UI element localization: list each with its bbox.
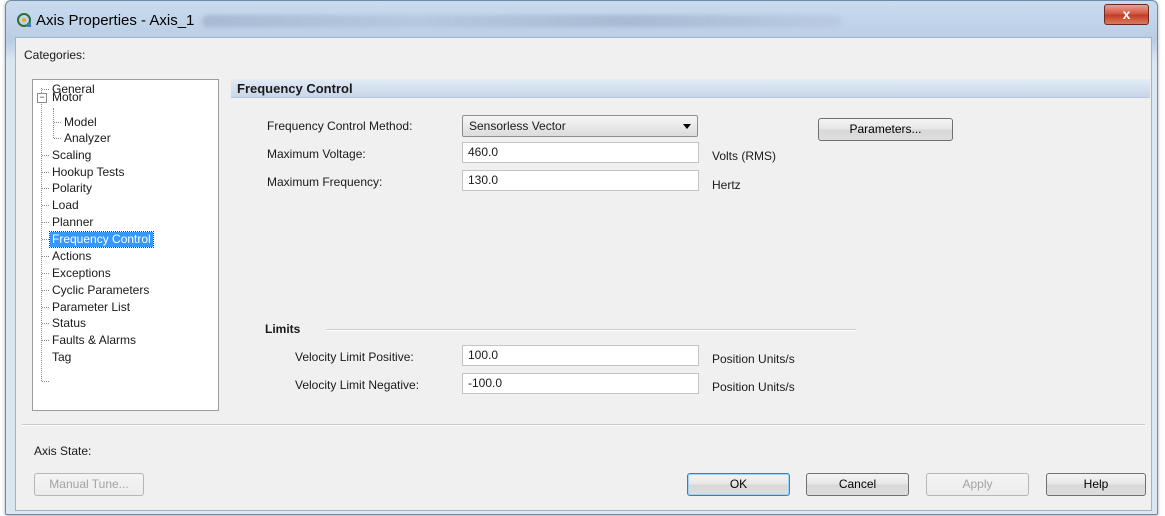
tree-item-faults-alarms[interactable]: Faults & Alarms [50, 333, 138, 348]
blurred-background-tabs [202, 15, 842, 27]
tree-item-hookup-tests[interactable]: Hookup Tests [50, 165, 127, 180]
title-bar[interactable]: Axis Properties - Axis_1 x [6, 1, 1157, 37]
frequency-method-value: Sensorless Vector [469, 119, 566, 133]
tree-item-motor[interactable]: Motor [50, 90, 85, 105]
velocity-limit-positive-unit: Position Units/s [712, 352, 795, 366]
help-button[interactable]: Help [1046, 473, 1146, 496]
tree-item-scaling[interactable]: Scaling [50, 148, 93, 163]
chevron-down-icon [683, 124, 691, 129]
manual-tune-button[interactable]: Manual Tune... [34, 473, 144, 496]
parameters-button[interactable]: Parameters... [818, 118, 953, 141]
maximum-frequency-unit: Hertz [712, 178, 741, 192]
frequency-method-label: Frequency Control Method: [267, 119, 413, 133]
tree-connector [42, 222, 49, 223]
tree-connector [42, 172, 49, 173]
tree-root-line [41, 88, 42, 381]
maximum-frequency-label: Maximum Frequency: [267, 175, 383, 189]
tree-item-model[interactable]: Model [62, 115, 99, 130]
tree-item-planner[interactable]: Planner [50, 215, 95, 230]
maximum-voltage-label: Maximum Voltage: [267, 147, 366, 161]
tree-item-frequency-control[interactable]: Frequency Control [49, 231, 154, 248]
tree-connector [54, 138, 61, 139]
limits-group-divider [326, 329, 856, 331]
motor-collapse-icon[interactable]: − [37, 93, 47, 103]
tree-connector [54, 122, 61, 123]
tree-connector [42, 239, 49, 240]
categories-label: Categories: [24, 48, 86, 62]
limits-group-title: Limits [265, 322, 301, 336]
window-title: Axis Properties - Axis_1 [36, 12, 195, 29]
tree-connector [42, 273, 49, 274]
tree-item-tag[interactable]: Tag [50, 350, 73, 365]
dialog-client-area: Categories: General − Motor Model Analyz… [15, 37, 1152, 511]
tree-item-analyzer[interactable]: Analyzer [62, 131, 113, 146]
close-icon: x [1122, 6, 1131, 22]
tree-item-actions[interactable]: Actions [50, 249, 93, 264]
tree-connector [42, 89, 49, 90]
axis-state-label: Axis State: [34, 444, 92, 458]
tree-connector [42, 340, 49, 341]
apply-button[interactable]: Apply [926, 473, 1029, 496]
tree-connector [42, 307, 49, 308]
close-button[interactable]: x [1104, 4, 1149, 25]
section-title: Frequency Control [237, 81, 353, 96]
velocity-limit-negative-field[interactable]: -100.0 [462, 373, 699, 394]
velocity-limit-positive-label: Velocity Limit Positive: [295, 350, 414, 364]
tree-item-load[interactable]: Load [50, 198, 81, 213]
tree-item-exceptions[interactable]: Exceptions [50, 266, 113, 281]
tree-connector [42, 323, 49, 324]
maximum-frequency-field[interactable]: 130.0 [462, 170, 699, 191]
tree-item-cyclic-parameters[interactable]: Cyclic Parameters [50, 283, 151, 298]
maximum-voltage-field[interactable]: 460.0 [462, 142, 699, 163]
categories-tree[interactable]: General − Motor Model Analyzer Scaling H… [32, 79, 219, 411]
axis-properties-app-icon [17, 13, 31, 27]
footer-separator [22, 424, 1145, 426]
frequency-method-dropdown[interactable]: Sensorless Vector [462, 115, 698, 137]
tree-connector [42, 256, 49, 257]
cancel-button[interactable]: Cancel [806, 473, 909, 496]
tree-item-polarity[interactable]: Polarity [50, 181, 94, 196]
tree-connector [42, 188, 49, 189]
tree-motor-line [53, 108, 54, 138]
velocity-limit-negative-unit: Position Units/s [712, 380, 795, 394]
ok-button[interactable]: OK [687, 473, 790, 496]
tree-connector [42, 155, 49, 156]
tree-item-parameter-list[interactable]: Parameter List [50, 300, 132, 315]
tree-connector [42, 381, 49, 382]
tree-item-status[interactable]: Status [50, 316, 88, 331]
section-header: Frequency Control [231, 79, 1150, 98]
axis-properties-window: Axis Properties - Axis_1 x Categories: G… [5, 0, 1158, 515]
velocity-limit-positive-field[interactable]: 100.0 [462, 345, 699, 366]
maximum-voltage-unit: Volts (RMS) [712, 149, 777, 163]
tree-connector [42, 205, 49, 206]
tree-connector [42, 290, 49, 291]
velocity-limit-negative-label: Velocity Limit Negative: [295, 378, 420, 392]
